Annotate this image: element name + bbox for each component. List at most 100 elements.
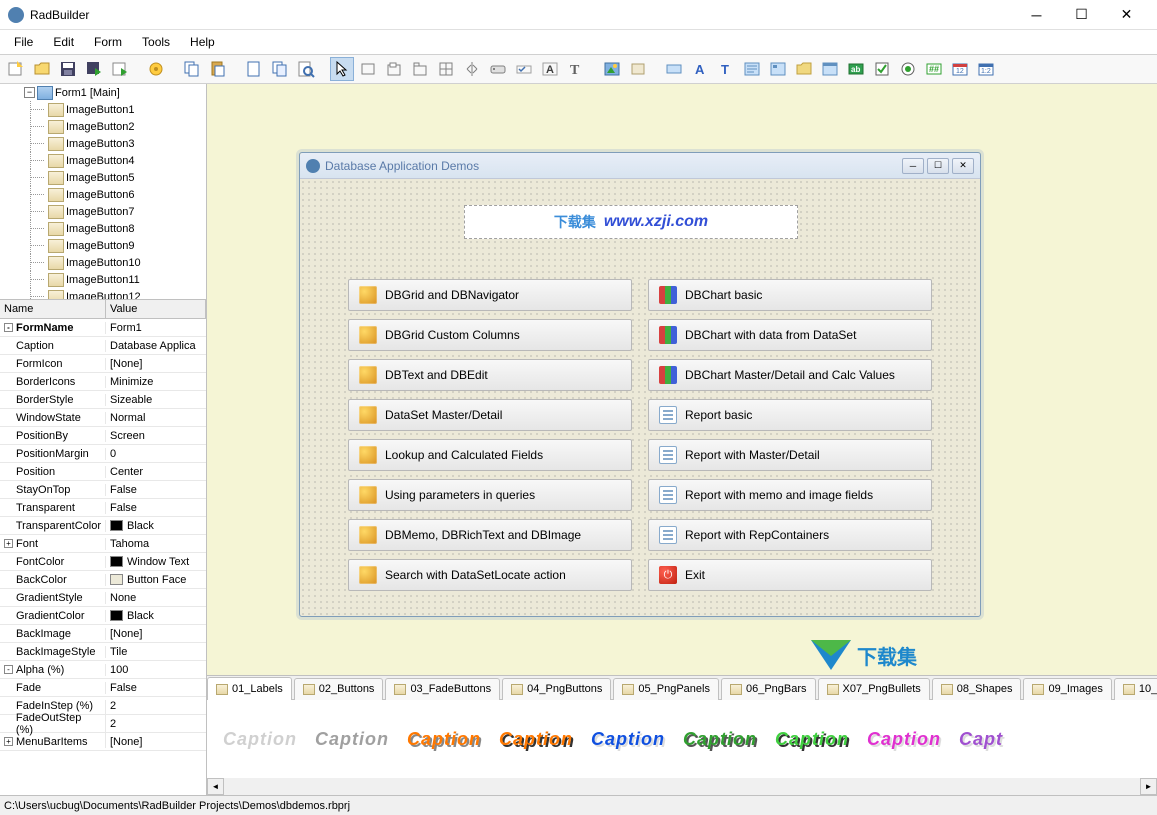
minimize-button[interactable]: ─	[1014, 1, 1059, 29]
demo-button[interactable]: Lookup and Calculated Fields	[348, 439, 632, 471]
preview-scroll-right[interactable]: ►	[1140, 778, 1157, 795]
richtext-tool[interactable]	[766, 57, 790, 81]
prop-row[interactable]: BackImage[None]	[0, 625, 206, 643]
design-window[interactable]: Database Application Demos ─ ☐ ✕ 下载集 www…	[299, 152, 981, 617]
demo-button[interactable]: DataSet Master/Detail	[348, 399, 632, 431]
copy-button[interactable]	[180, 57, 204, 81]
tab-item[interactable]: 04_PngButtons	[502, 678, 611, 700]
tab-item[interactable]: 06_PngBars	[721, 678, 816, 700]
new-project-button[interactable]	[4, 57, 28, 81]
check-tool[interactable]	[512, 57, 536, 81]
text-tool[interactable]: T	[564, 57, 588, 81]
prop-row[interactable]: FormIcon[None]	[0, 355, 206, 373]
save-run-button[interactable]	[82, 57, 106, 81]
pointer-tool[interactable]	[330, 57, 354, 81]
prop-row[interactable]: GradientColorBlack	[0, 607, 206, 625]
menu-form[interactable]: Form	[84, 32, 132, 52]
demo-button[interactable]: DBMemo, DBRichText and DBImage	[348, 519, 632, 551]
tree-item[interactable]: ImageButton8	[0, 220, 206, 237]
caption-sample[interactable]: Caption	[775, 729, 849, 750]
prop-row[interactable]: GradientStyleNone	[0, 589, 206, 607]
prop-header-name[interactable]: Name	[0, 300, 106, 318]
prop-row[interactable]: PositionByScreen	[0, 427, 206, 445]
win-min-button[interactable]: ─	[902, 158, 924, 174]
caption-sample[interactable]: Caption	[867, 729, 941, 750]
prop-row[interactable]: PositionMargin0	[0, 445, 206, 463]
tab-item[interactable]: 09_Images	[1023, 678, 1111, 700]
caption-sample[interactable]: Capt	[959, 729, 1003, 750]
text-t-tool[interactable]: T	[714, 57, 738, 81]
new-form-button[interactable]	[242, 57, 266, 81]
demo-button[interactable]: Using parameters in queries	[348, 479, 632, 511]
prop-expand-icon[interactable]: -	[4, 665, 13, 674]
prop-row[interactable]: StayOnTopFalse	[0, 481, 206, 499]
demo-button[interactable]: DBChart with data from DataSet	[648, 319, 932, 351]
label-a-tool[interactable]: A	[538, 57, 562, 81]
hash-tool[interactable]: ##	[922, 57, 946, 81]
demo-button[interactable]: Exit	[648, 559, 932, 591]
tree-collapse-icon[interactable]: −	[24, 87, 35, 98]
caption-sample[interactable]: Caption	[407, 729, 481, 750]
prop-row[interactable]: BackImageStyleTile	[0, 643, 206, 661]
tab-item[interactable]: 08_Shapes	[932, 678, 1022, 700]
tree-item[interactable]: ImageButton4	[0, 152, 206, 169]
caption-sample[interactable]: Caption	[499, 729, 573, 750]
tree-item[interactable]: ImageButton5	[0, 169, 206, 186]
edit-tool[interactable]	[662, 57, 686, 81]
splitter-tool[interactable]	[460, 57, 484, 81]
prop-expand-icon[interactable]: +	[4, 539, 13, 548]
tree-item[interactable]: ImageButton1	[0, 101, 206, 118]
settings-button[interactable]	[144, 57, 168, 81]
tab-item[interactable]: 05_PngPanels	[613, 678, 719, 700]
prop-row[interactable]: +FontTahoma	[0, 535, 206, 553]
tab-item[interactable]: 03_FadeButtons	[385, 678, 500, 700]
listview-tool[interactable]	[818, 57, 842, 81]
demo-button[interactable]: Report with Master/Detail	[648, 439, 932, 471]
panel-tool[interactable]	[356, 57, 380, 81]
prop-row[interactable]: FontColorWindow Text	[0, 553, 206, 571]
caption-sample[interactable]: Caption	[683, 729, 757, 750]
folder-tool[interactable]	[792, 57, 816, 81]
shape-tool[interactable]	[626, 57, 650, 81]
prop-row[interactable]: FadeFalse	[0, 679, 206, 697]
prop-expand-icon[interactable]: +	[4, 737, 13, 746]
win-close-button[interactable]: ✕	[952, 158, 974, 174]
demo-button[interactable]: DBGrid and DBNavigator	[348, 279, 632, 311]
menu-edit[interactable]: Edit	[43, 32, 84, 52]
demo-button[interactable]: Report with RepContainers	[648, 519, 932, 551]
tab-item[interactable]: 01_Labels	[207, 677, 292, 701]
caption-sample[interactable]: Caption	[591, 729, 665, 750]
demo-button[interactable]: Search with DataSetLocate action	[348, 559, 632, 591]
tree-item[interactable]: ImageButton6	[0, 186, 206, 203]
tree-item[interactable]: ImageButton11	[0, 271, 206, 288]
tab-item[interactable]: 10_I	[1114, 678, 1157, 700]
find-button[interactable]	[294, 57, 318, 81]
preview-scroll-left[interactable]: ◄	[207, 778, 224, 795]
dup-form-button[interactable]	[268, 57, 292, 81]
prop-row[interactable]: CaptionDatabase Applica	[0, 337, 206, 355]
save-button[interactable]	[56, 57, 80, 81]
tree-item[interactable]: ImageButton10	[0, 254, 206, 271]
prop-row[interactable]: FadeOutStep (%)2	[0, 715, 206, 733]
tree-root[interactable]: − Form1 [Main]	[0, 84, 206, 101]
prop-row[interactable]: BackColorButton Face	[0, 571, 206, 589]
demo-button[interactable]: Report basic	[648, 399, 932, 431]
demo-button[interactable]: DBText and DBEdit	[348, 359, 632, 391]
win-max-button[interactable]: ☐	[927, 158, 949, 174]
prop-expand-icon[interactable]: -	[4, 323, 13, 332]
text-a-tool[interactable]: A	[688, 57, 712, 81]
radio-tool[interactable]	[896, 57, 920, 81]
groupbox-tool[interactable]	[382, 57, 406, 81]
demo-button[interactable]: DBChart Master/Detail and Calc Values	[648, 359, 932, 391]
tree-item[interactable]: ImageButton3	[0, 135, 206, 152]
prop-row[interactable]: TransparentColorBlack	[0, 517, 206, 535]
preview-scroll-track[interactable]	[224, 778, 1140, 795]
open-button[interactable]	[30, 57, 54, 81]
date-tool[interactable]: 12	[948, 57, 972, 81]
prop-row[interactable]: +MenuBarItems[None]	[0, 733, 206, 751]
watermark-label[interactable]: 下载集 www.xzji.com	[464, 205, 798, 239]
tree-item[interactable]: ImageButton7	[0, 203, 206, 220]
image-tool[interactable]	[600, 57, 624, 81]
prop-row[interactable]: WindowStateNormal	[0, 409, 206, 427]
demo-button[interactable]: Report with memo and image fields	[648, 479, 932, 511]
